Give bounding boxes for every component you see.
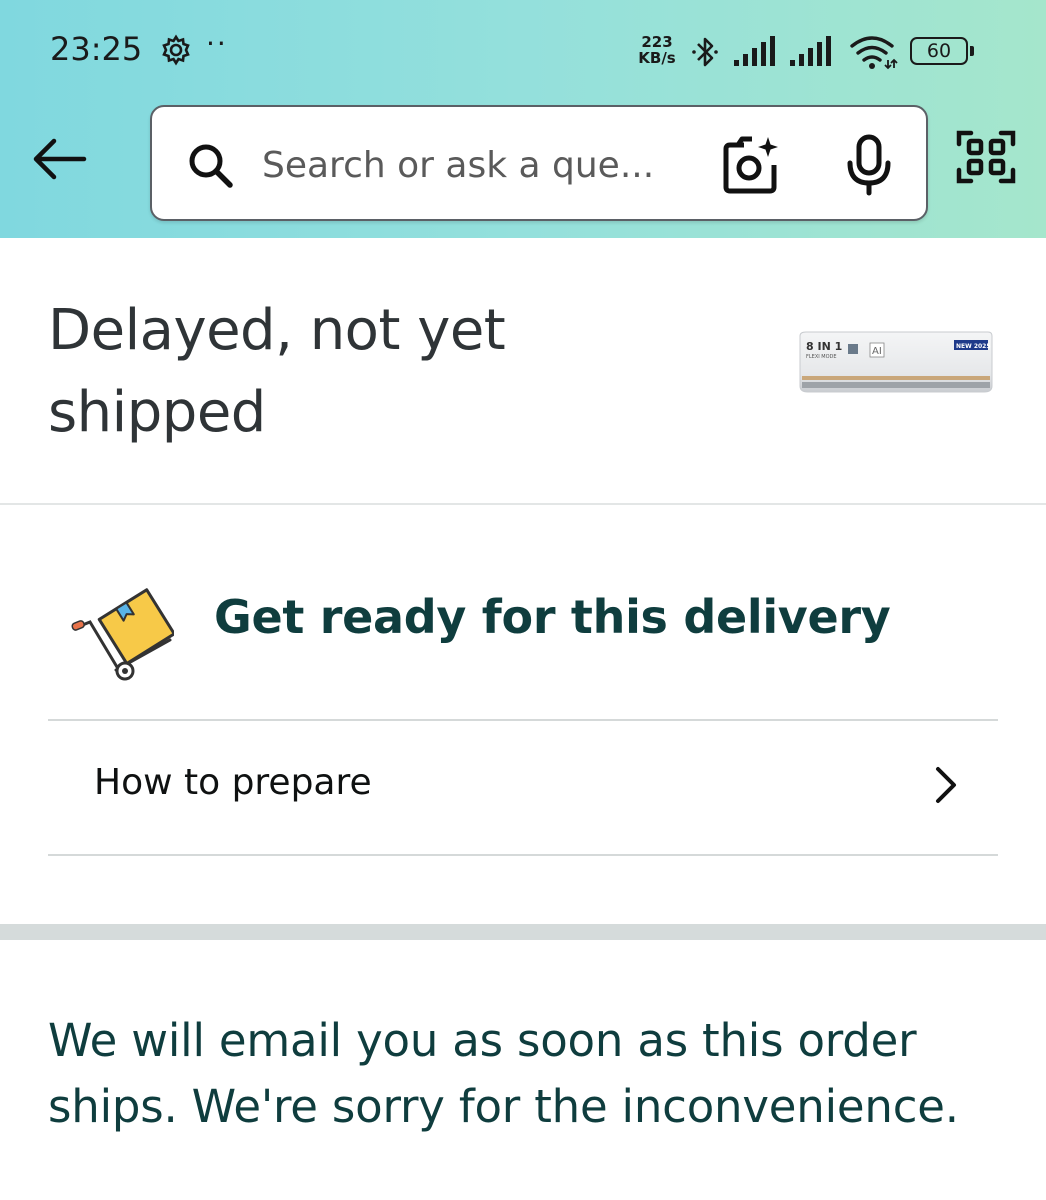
divider <box>48 854 998 856</box>
how-to-prepare-label: How to prepare <box>94 762 372 803</box>
app-header: 23:25 ·· 223 KB/s 60 Search or ask a que… <box>0 0 1046 238</box>
battery-icon: 60 <box>910 37 968 65</box>
status-bar: 23:25 ·· 223 KB/s 60 <box>0 0 1046 100</box>
back-arrow-icon[interactable] <box>30 134 88 184</box>
camera-icon[interactable] <box>722 135 782 195</box>
email-notice-message: We will email you as soon as this order … <box>48 1014 959 1133</box>
search-bar[interactable] <box>150 105 928 221</box>
network-speed-value: 223 <box>641 33 673 51</box>
product-text-8in1: 8 IN 1 <box>806 340 842 353</box>
mic-icon[interactable] <box>844 133 894 197</box>
signal-icon <box>734 36 775 66</box>
product-text-new2025: NEW 2025 <box>956 343 991 350</box>
search-icon <box>189 144 233 188</box>
section-separator <box>0 924 1046 940</box>
notification-dots: ·· <box>206 27 228 60</box>
product-text-ai: AI <box>872 346 882 357</box>
chevron-right-icon <box>936 767 956 803</box>
search-input[interactable] <box>262 137 682 193</box>
battery-nub <box>970 46 974 56</box>
qr-scan-icon[interactable] <box>955 128 1017 186</box>
how-to-prepare-link[interactable]: How to prepare <box>48 721 998 854</box>
status-time: 23:25 <box>50 30 143 68</box>
hand-truck-box-icon <box>71 588 174 681</box>
product-thumbnail[interactable]: 8 IN 1 FLEXI MODE AI NEW 2025 <box>798 330 994 396</box>
product-text-flexi: FLEXI MODE <box>806 354 837 360</box>
gear-icon <box>162 34 190 66</box>
wifi-icon <box>850 36 898 70</box>
order-status-title: Delayed, not yet shipped <box>48 298 506 445</box>
signal-icon <box>790 36 831 66</box>
bluetooth-icon <box>692 37 718 67</box>
network-speed-unit: KB/s <box>638 49 676 67</box>
delivery-heading: Get ready for this delivery <box>214 590 891 644</box>
divider <box>0 503 1046 505</box>
network-speed: 223 KB/s <box>632 34 682 66</box>
